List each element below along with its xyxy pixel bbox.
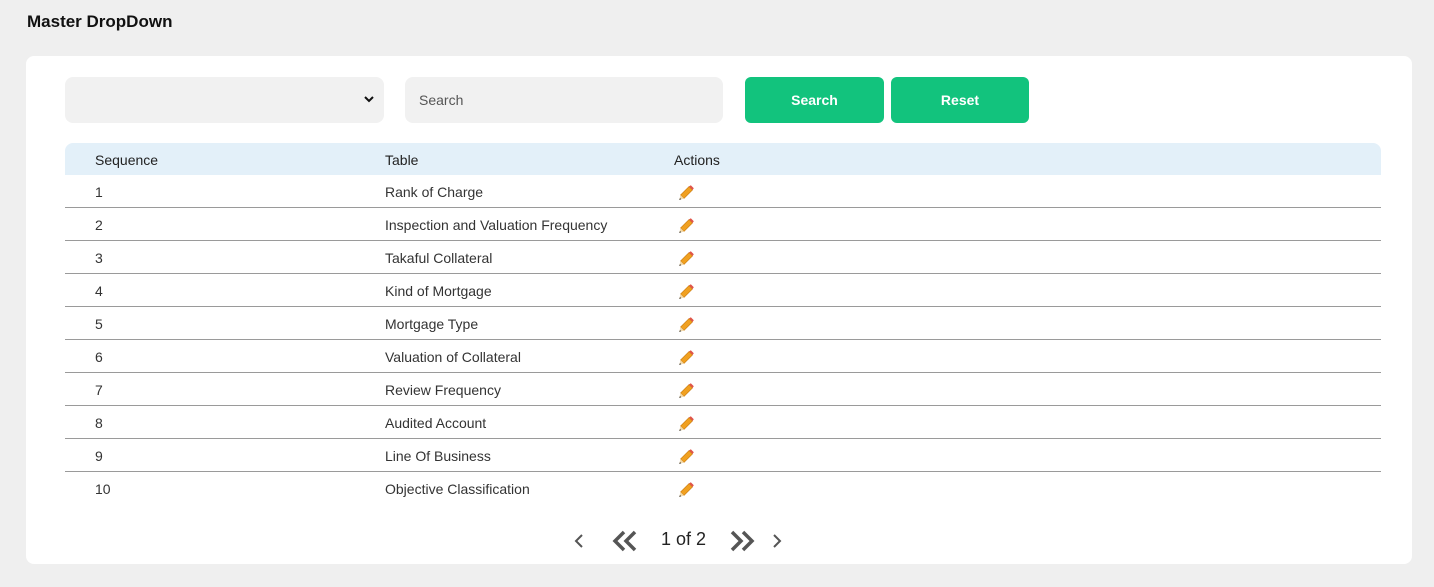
table-row: 3 Takaful Collateral [65,241,1381,274]
pencil-edit-icon[interactable] [678,251,694,267]
pencil-edit-icon[interactable] [678,350,694,366]
cell-table-name: Valuation of Collateral [385,349,521,365]
column-header-table: Table [385,152,419,168]
pencil-edit-icon[interactable] [678,218,694,234]
table-row: 2 Inspection and Valuation Frequency [65,208,1381,241]
cell-sequence: 6 [95,349,103,365]
master-dropdown-table: Sequence Table Actions 1 Rank of Charge 2 I… [65,143,1381,505]
search-input[interactable] [405,77,723,123]
page-indicator: 1 of 2 [661,529,707,549]
double-chevron-right-icon[interactable] [729,530,755,552]
pencil-edit-icon[interactable] [678,185,694,201]
cell-table-name: Line Of Business [385,448,491,464]
table-row: 9 Line Of Business [65,439,1381,472]
table-row: 6 Valuation of Collateral [65,340,1381,373]
search-button[interactable]: Search [745,77,884,123]
column-header-sequence: Sequence [95,152,159,168]
cell-table-name: Takaful Collateral [385,250,493,266]
table-select-dropdown[interactable] [65,77,384,123]
table-row: 10 Objective Classification [65,472,1381,505]
cell-sequence: 8 [95,415,103,431]
table-body: 1 Rank of Charge 2 Inspection and Valuation… [65,175,1381,505]
cell-sequence: 2 [95,217,103,233]
cell-table-name: Audited Account [385,415,487,431]
table-row: 5 Mortgage Type [65,307,1381,340]
chevron-left-icon[interactable] [572,532,586,550]
cell-sequence: 10 [95,481,111,497]
cell-table-name: Mortgage Type [385,316,479,332]
cell-sequence: 9 [95,448,103,464]
cell-sequence: 7 [95,382,103,398]
pencil-edit-icon[interactable] [678,284,694,300]
cell-table-name: Kind of Mortgage [385,283,492,299]
pagination: 1 of 2 [26,526,1412,556]
cell-table-name: Review Frequency [385,382,501,398]
pencil-edit-icon[interactable] [678,449,694,465]
table-row: 1 Rank of Charge [65,175,1381,208]
chevron-right-icon[interactable] [770,532,784,550]
column-header-actions: Actions [674,152,720,168]
cell-table-name: Inspection and Valuation Frequency [385,217,608,233]
pencil-edit-icon[interactable] [678,383,694,399]
pencil-edit-icon[interactable] [678,317,694,333]
cell-table-name: Objective Classification [385,481,530,497]
cell-sequence: 5 [95,316,103,332]
table-row: 8 Audited Account [65,406,1381,439]
double-chevron-left-icon[interactable] [612,530,638,552]
pencil-edit-icon[interactable] [678,416,694,432]
table-header: Sequence Table Actions [65,143,1381,175]
chevron-down-icon [364,96,374,103]
page-title: Master DropDown [27,12,173,31]
pencil-edit-icon[interactable] [678,482,694,498]
content-card: Search Reset Sequence Table Actions 1 Ran… [26,56,1412,564]
table-row: 7 Review Frequency [65,373,1381,406]
cell-sequence: 1 [95,184,103,200]
cell-table-name: Rank of Charge [385,184,484,200]
table-row: 4 Kind of Mortgage [65,274,1381,307]
cell-sequence: 4 [95,283,103,299]
cell-sequence: 3 [95,250,103,266]
reset-button[interactable]: Reset [891,77,1029,123]
